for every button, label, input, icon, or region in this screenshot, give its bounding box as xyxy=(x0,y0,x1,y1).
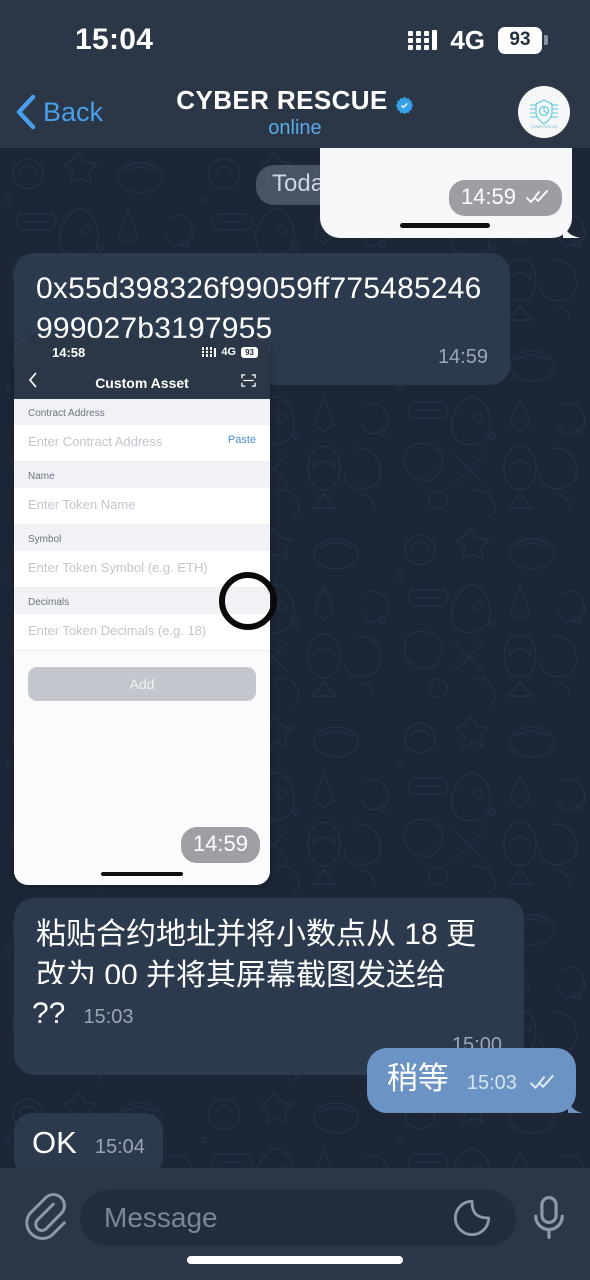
embedded-status-time: 14:58 xyxy=(52,344,86,360)
message-timestamp: 14:59 xyxy=(180,827,260,863)
circle-highlight-paste xyxy=(219,572,277,630)
chat-message-area: Today 14:59 0x55d398326f99059ff775485246… xyxy=(0,148,590,1168)
microphone-icon[interactable] xyxy=(530,1195,568,1240)
message-text: OK xyxy=(32,1125,77,1160)
bubble-tail xyxy=(563,216,581,238)
status-bar-time: 15:04 xyxy=(75,23,154,56)
signal-bars-icon xyxy=(408,30,438,50)
message-timestamp: 14:59 xyxy=(448,180,562,216)
phone-screen: 15:04 4G 93 Back CYBER RESCUE online CYB… xyxy=(0,0,590,1280)
paste-button[interactable]: Paste xyxy=(228,434,256,446)
message-timestamp: 15:04 xyxy=(94,1136,145,1158)
embedded-nav-bar: Custom Asset xyxy=(14,366,270,399)
field-label-name: Name xyxy=(14,462,270,488)
field-input-contract-address[interactable]: Enter Contract Address Paste xyxy=(14,425,270,462)
avatar[interactable]: CYBER RESCUE xyxy=(518,86,570,138)
back-button[interactable]: Back xyxy=(14,94,103,130)
embedded-network-label: 4G xyxy=(221,346,237,358)
photo-home-indicator xyxy=(400,223,490,228)
svg-text:CYBER RESCUE: CYBER RESCUE xyxy=(531,125,558,129)
embedded-home-indicator xyxy=(101,872,183,876)
message-input-field[interactable]: Message xyxy=(80,1190,516,1246)
message-bubble-question[interactable]: ?? 15:03 xyxy=(14,984,152,1046)
embedded-status-bar: 14:58 4G 93 xyxy=(14,338,270,366)
double-check-icon xyxy=(526,184,550,210)
chevron-left-icon xyxy=(14,94,36,130)
battery-icon: 93 xyxy=(498,26,548,54)
paperclip-icon[interactable] xyxy=(22,1190,66,1240)
message-bubble-wait[interactable]: 稍等 15:03 xyxy=(366,1048,576,1114)
message-text: 0x55d398326f99059ff775485246999027b31979… xyxy=(36,272,482,345)
bubble-tail xyxy=(568,1093,584,1113)
message-timestamp: 15:03 xyxy=(466,1072,517,1094)
double-check-icon xyxy=(530,1062,556,1100)
photo-message-bubble[interactable]: 14:59 xyxy=(320,148,572,238)
message-text: ?? xyxy=(32,997,66,1030)
home-indicator xyxy=(187,1256,403,1264)
field-label-contract-address: Contract Address xyxy=(14,399,270,425)
embedded-page-title: Custom Asset xyxy=(95,374,189,391)
sticker-icon[interactable] xyxy=(452,1198,492,1238)
verified-badge-icon xyxy=(395,91,414,114)
message-composer: Message xyxy=(0,1168,590,1280)
network-type-label: 4G xyxy=(450,24,485,55)
field-input-name[interactable]: Enter Token Name xyxy=(14,488,270,525)
battery-icon: 93 xyxy=(241,346,258,358)
page-title: CYBER RESCUE xyxy=(176,84,388,115)
bubble-tail xyxy=(6,1156,22,1168)
message-bubble-ok[interactable]: OK 15:04 xyxy=(14,1113,163,1168)
signal-bars-icon xyxy=(201,347,217,357)
messages-list: Today 14:59 0x55d398326f99059ff775485246… xyxy=(0,148,590,1168)
embedded-form: Contract Address Enter Contract Address … xyxy=(14,399,270,885)
message-input-placeholder: Message xyxy=(104,1202,218,1233)
message-timestamp: 14:59 xyxy=(437,346,488,369)
chat-header: Back CYBER RESCUE online CYBER RESCUE xyxy=(0,76,590,148)
status-bar: 15:04 4G 93 xyxy=(0,0,590,76)
message-text: 稍等 xyxy=(386,1061,449,1096)
field-label-symbol: Symbol xyxy=(14,525,270,551)
add-button[interactable]: Add xyxy=(28,667,256,701)
status-bar-indicators: 4G 93 xyxy=(408,24,548,56)
back-label: Back xyxy=(43,96,104,127)
message-timestamp: 15:03 xyxy=(83,1006,134,1028)
